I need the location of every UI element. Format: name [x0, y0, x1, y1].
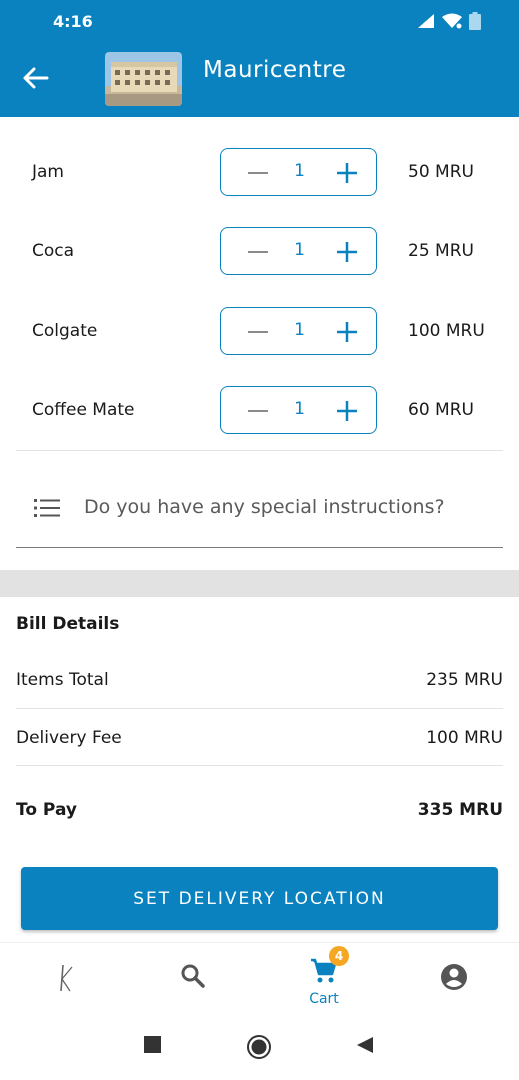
to-pay-value: 335 MRU: [417, 800, 503, 820]
cart-item: Jam 1 50 MRU: [0, 148, 519, 198]
increase-button[interactable]: [335, 320, 359, 344]
item-name: Coffee Mate: [32, 400, 135, 420]
item-name: Jam: [32, 162, 64, 182]
instructions-placeholder: Do you have any special instructions?: [84, 496, 445, 518]
arrow-left-icon: [23, 67, 49, 89]
item-name: Colgate: [32, 321, 98, 341]
back-triangle-icon[interactable]: [356, 1036, 374, 1054]
item-name: Coca: [32, 241, 75, 261]
store-image: [105, 52, 182, 106]
plus-icon: [337, 242, 357, 262]
cart-item: Colgate 1 100 MRU: [0, 307, 519, 357]
increase-button[interactable]: [335, 161, 359, 185]
quantity-stepper: 1: [220, 148, 377, 196]
items-total-label: Items Total: [16, 670, 109, 690]
back-button[interactable]: [20, 62, 52, 94]
nav-search[interactable]: [153, 943, 233, 1015]
signal-icon: [418, 14, 434, 28]
bill-details-title: Bill Details: [16, 614, 120, 634]
items-total-value: 235 MRU: [426, 670, 503, 690]
brand-k-icon: [60, 964, 73, 992]
account-icon: [441, 964, 467, 990]
plus-icon: [337, 322, 357, 342]
delivery-fee-label: Delivery Fee: [16, 728, 122, 748]
section-separator: [0, 570, 519, 597]
set-delivery-location-button[interactable]: SET DELIVERY LOCATION: [21, 867, 498, 930]
quantity-stepper: 1: [220, 307, 377, 355]
nav-home[interactable]: [26, 943, 106, 1015]
item-price: 50 MRU: [408, 162, 474, 182]
list-icon: [34, 499, 60, 517]
increase-button[interactable]: [335, 240, 359, 264]
nav-cart-label: Cart: [309, 991, 339, 1007]
recents-icon[interactable]: [144, 1036, 161, 1053]
item-price: 60 MRU: [408, 400, 474, 420]
special-instructions-field[interactable]: Do you have any special instructions?: [0, 480, 519, 536]
cart-item: Coca 1 25 MRU: [0, 227, 519, 277]
to-pay-label: To Pay: [16, 800, 77, 820]
item-price: 100 MRU: [408, 321, 485, 341]
plus-icon: [337, 401, 357, 421]
nav-cart[interactable]: 4 Cart: [284, 943, 364, 1015]
status-icons: [417, 12, 481, 30]
app-bar: 4:16 Mauricentre: [0, 0, 519, 117]
quantity-stepper: 1: [220, 386, 377, 434]
battery-icon: [469, 12, 481, 30]
divider: [16, 765, 503, 766]
item-price: 25 MRU: [408, 241, 474, 261]
delivery-fee-value: 100 MRU: [426, 728, 503, 748]
plus-icon: [337, 163, 357, 183]
quantity-stepper: 1: [220, 227, 377, 275]
increase-button[interactable]: [335, 399, 359, 423]
instructions-underline: [16, 547, 503, 548]
bottom-navigation: 4 Cart: [0, 942, 519, 1014]
cart-item: Coffee Mate 1 60 MRU: [0, 386, 519, 436]
wifi-icon: [442, 13, 462, 29]
divider: [16, 450, 503, 451]
nav-account[interactable]: [414, 943, 494, 1015]
status-time: 4:16: [53, 12, 93, 31]
cart-count-badge: 4: [329, 946, 349, 966]
divider: [16, 708, 503, 709]
store-name: Mauricentre: [203, 57, 347, 83]
system-navigation-bar: [0, 1014, 519, 1080]
home-icon[interactable]: [247, 1035, 271, 1059]
search-icon: [181, 964, 205, 988]
